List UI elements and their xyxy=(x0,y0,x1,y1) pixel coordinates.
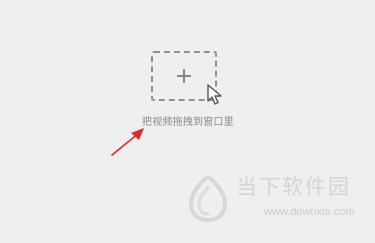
red-arrow-icon xyxy=(111,128,144,156)
watermark: 当下软件园 www.downxia.com xyxy=(186,172,356,224)
downxia-logo-icon xyxy=(188,174,228,222)
drop-hint-text: 把视频拖拽到窗口里 xyxy=(142,117,234,128)
watermark-url: www.downxia.com xyxy=(264,206,355,218)
plus-icon xyxy=(177,69,191,83)
mouse-pointer-icon xyxy=(207,84,222,105)
watermark-site-name: 当下软件园 xyxy=(236,175,351,199)
